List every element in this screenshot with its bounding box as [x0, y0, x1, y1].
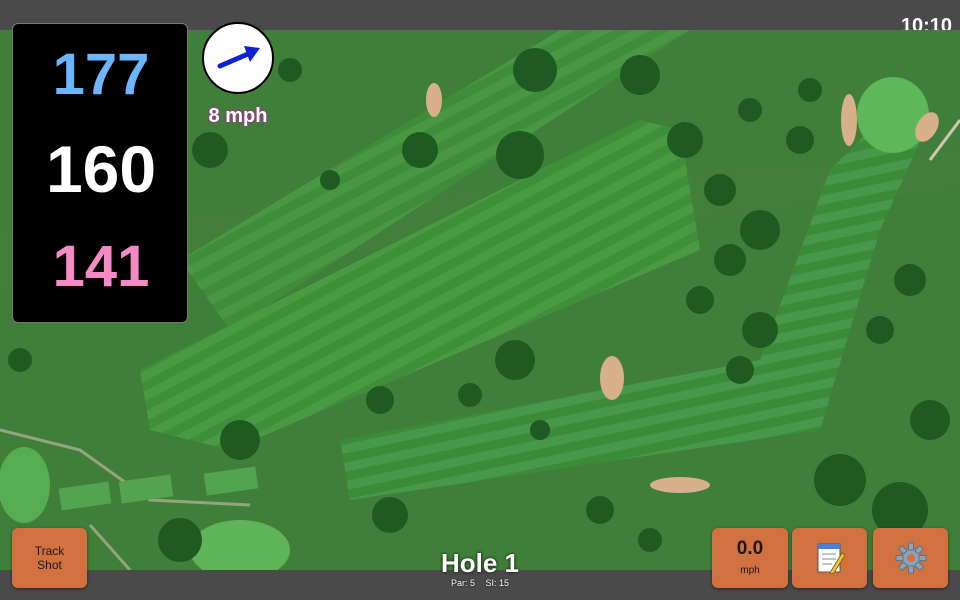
hole-par: Par: 5: [450, 578, 475, 588]
speed-value: 0.0: [736, 538, 764, 559]
track-shot-button[interactable]: Track Shot: [12, 528, 87, 588]
hole-info: Par: 5 SI: 15: [380, 577, 580, 589]
speed-button[interactable]: 0.0 mph: [712, 528, 788, 588]
middle-distance: 160: [45, 132, 157, 206]
gear-icon: [895, 542, 926, 574]
back-distance: 177: [52, 42, 150, 107]
speed-unit: mph: [740, 565, 760, 576]
hole-title: Hole 1: [440, 548, 520, 578]
front-distance: 141: [52, 234, 150, 299]
hole-stroke-index: SI: 15: [485, 578, 510, 588]
notes-button[interactable]: [792, 528, 867, 588]
distance-panel: 177 160 141: [12, 23, 188, 323]
wind-arrow-icon: [217, 46, 260, 69]
settings-button[interactable]: [873, 528, 948, 588]
wind-direction-indicator: [202, 22, 274, 94]
notepad-icon: [817, 543, 845, 575]
wind-speed: 8 mph: [208, 105, 268, 127]
track-shot-label: Track Shot: [34, 544, 65, 572]
